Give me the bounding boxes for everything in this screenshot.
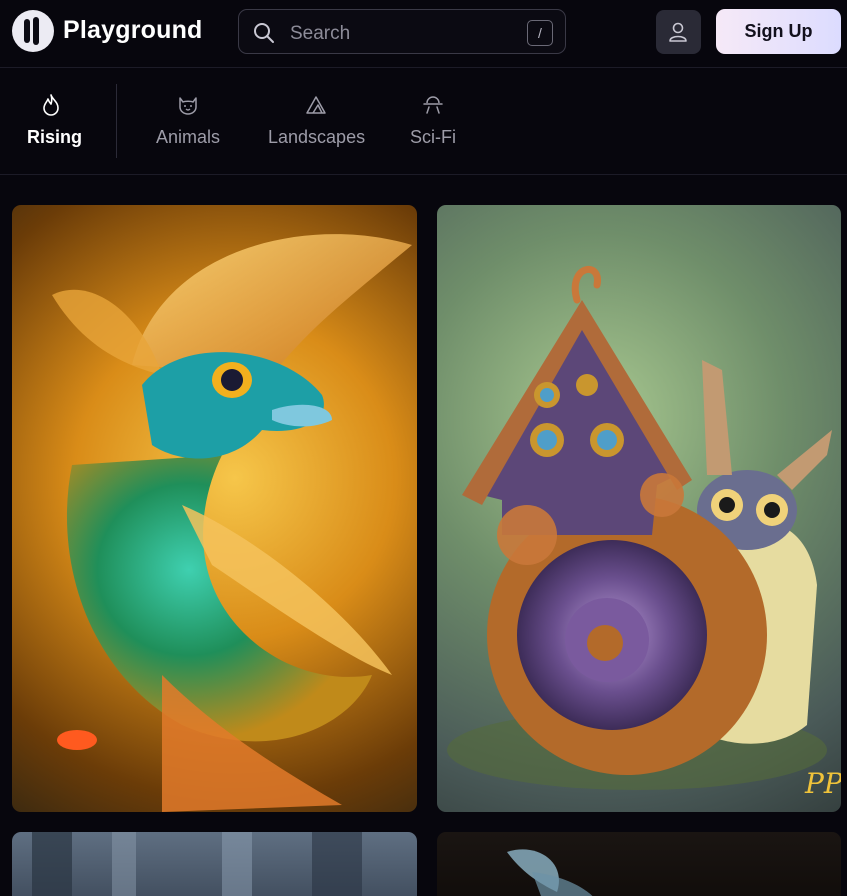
top-bar: Playground Search / Sign Up bbox=[0, 0, 847, 68]
gallery-card-dragonfly[interactable] bbox=[437, 832, 841, 896]
gallery-card-snail-house[interactable]: PP bbox=[437, 205, 841, 812]
logo-icon[interactable] bbox=[12, 10, 54, 52]
search-input[interactable]: Search bbox=[290, 23, 350, 45]
tab-landscapes-label: Landscapes bbox=[268, 127, 366, 147]
tab-sci-fi-label: Sci-Fi bbox=[410, 127, 456, 147]
tab-rising-label: Rising bbox=[27, 127, 83, 147]
gallery-card-golden-fish[interactable] bbox=[12, 205, 417, 812]
dragonfly-artwork bbox=[507, 849, 593, 896]
tab-rising[interactable]: Rising bbox=[27, 93, 83, 148]
tab-animals[interactable]: Animals bbox=[153, 93, 223, 148]
mountain-icon bbox=[268, 93, 364, 119]
category-tabs: Rising Animals Landscapes Sci-Fi bbox=[0, 69, 847, 175]
ufo-icon bbox=[409, 93, 457, 119]
search-shortcut-key: / bbox=[527, 20, 553, 46]
golden-fish-artwork bbox=[52, 234, 412, 812]
snail-house-artwork: PP bbox=[447, 265, 841, 800]
flame-icon bbox=[27, 93, 75, 119]
user-icon bbox=[669, 22, 687, 42]
svg-text:PP: PP bbox=[804, 767, 841, 800]
tab-animals-label: Animals bbox=[155, 127, 221, 147]
user-account-button[interactable] bbox=[656, 10, 701, 54]
tab-landscapes[interactable]: Landscapes bbox=[268, 93, 366, 148]
tab-divider bbox=[116, 84, 117, 158]
brand-name[interactable]: Playground bbox=[63, 16, 203, 45]
sign-up-button[interactable]: Sign Up bbox=[716, 9, 841, 54]
tab-sci-fi[interactable]: Sci-Fi bbox=[409, 93, 457, 148]
forest-artwork bbox=[32, 832, 362, 896]
gallery-card-forest[interactable] bbox=[12, 832, 417, 896]
cat-icon bbox=[153, 93, 223, 119]
search-icon bbox=[254, 23, 274, 43]
search-box[interactable]: Search / bbox=[238, 9, 566, 54]
